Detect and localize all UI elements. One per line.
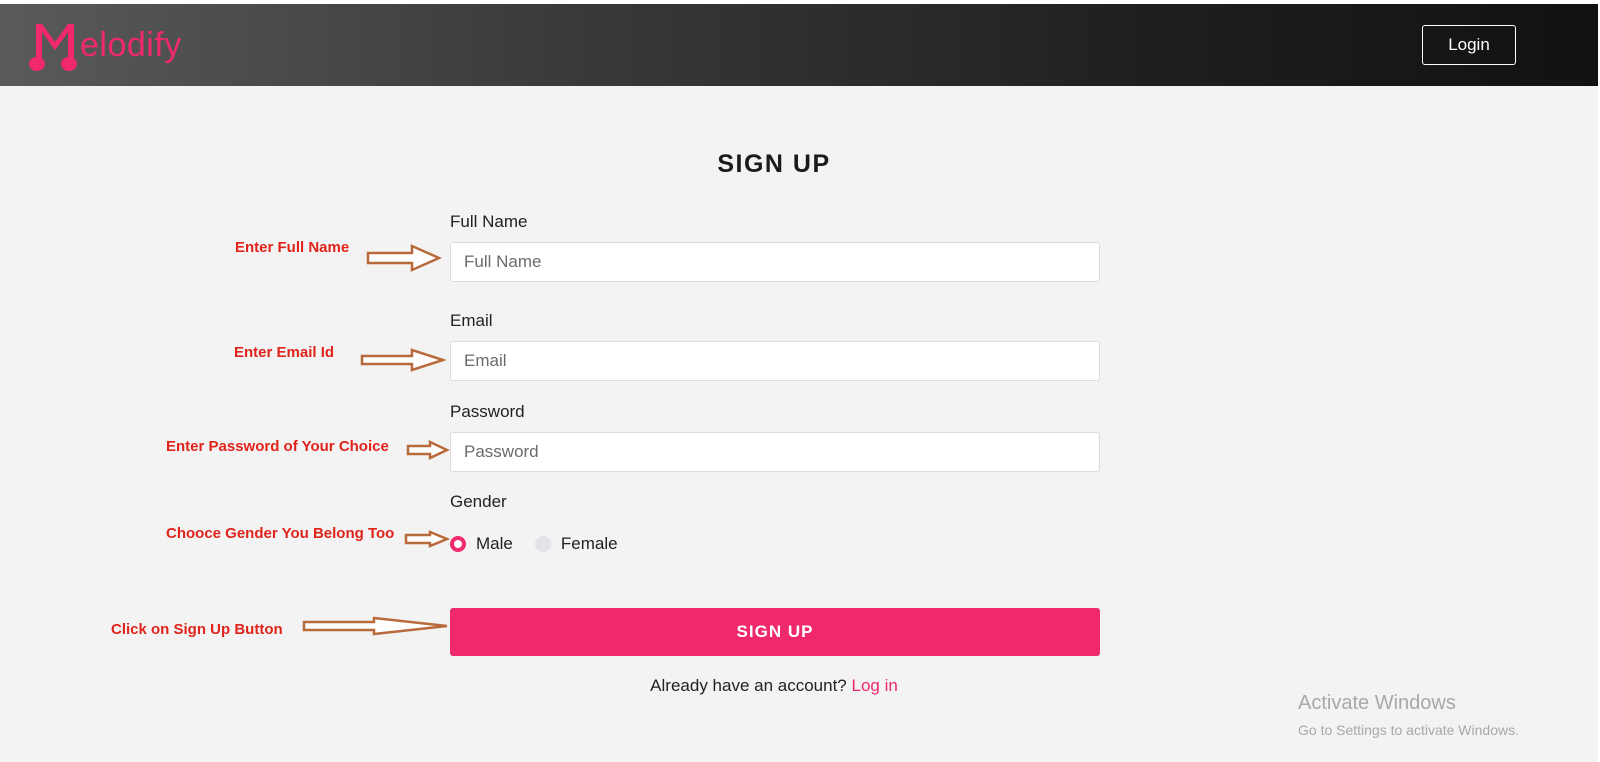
music-note-icon	[29, 24, 77, 71]
login-link[interactable]: Log in	[852, 676, 898, 695]
annotation-gender: Chooce Gender You Belong Too	[166, 525, 395, 542]
signup-button[interactable]: SIGN UP	[450, 608, 1100, 656]
password-input[interactable]	[450, 432, 1100, 472]
arrow-right-icon	[302, 616, 448, 636]
login-button[interactable]: Login	[1422, 25, 1516, 65]
password-label: Password	[450, 402, 525, 421]
gender-option-female[interactable]: Female	[534, 534, 618, 554]
gender-option-male[interactable]: Male	[450, 534, 513, 554]
arrow-right-icon	[406, 440, 450, 460]
arrow-right-icon	[360, 348, 446, 372]
top-navbar: elodify Login	[0, 4, 1598, 86]
signup-page: SIGN UP Full Name Email Password Gender …	[0, 86, 1598, 762]
annotation-password: Enter Password of Your Choice	[166, 438, 389, 455]
activate-windows-title: Activate Windows	[1298, 692, 1456, 714]
page-title: SIGN UP	[717, 150, 831, 178]
annotation-full-name: Enter Full Name	[235, 239, 350, 256]
gender-option-label: Male	[476, 534, 513, 553]
gender-radio-group: Male Female	[450, 532, 640, 556]
already-account-label: Already have an account?	[650, 676, 847, 695]
full-name-label: Full Name	[450, 212, 528, 231]
email-label: Email	[450, 311, 493, 330]
arrow-right-icon	[404, 530, 450, 548]
radio-unselected-icon[interactable]	[534, 536, 551, 552]
gender-label: Gender	[450, 492, 507, 511]
full-name-input[interactable]	[450, 242, 1100, 282]
annotation-email: Enter Email Id	[234, 344, 335, 361]
activate-windows-subtitle: Go to Settings to activate Windows.	[1298, 722, 1519, 738]
radio-selected-icon[interactable]	[450, 536, 466, 552]
arrow-right-icon	[366, 244, 442, 272]
logo-text: elodify	[80, 26, 182, 64]
gender-option-label: Female	[560, 534, 618, 553]
email-input[interactable]	[450, 341, 1100, 381]
annotation-signup: Click on Sign Up Button	[111, 621, 283, 638]
